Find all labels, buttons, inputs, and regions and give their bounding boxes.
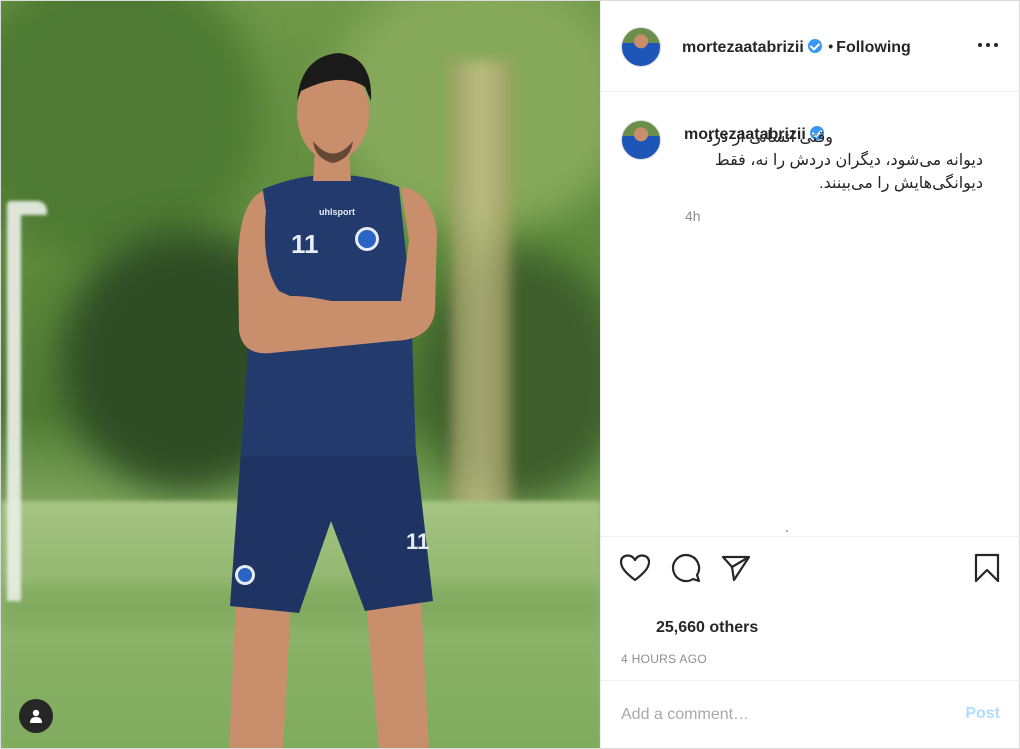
post-comment-button[interactable]: Post: [965, 705, 1000, 723]
comment-input[interactable]: [621, 703, 941, 727]
paper-plane-icon: [721, 555, 751, 582]
player-figure: 11 uhlsport 11: [229, 53, 437, 748]
post-timestamp[interactable]: 4 HOURS AGO: [621, 652, 707, 666]
follow-status-button[interactable]: Following: [836, 39, 911, 56]
svg-text:11: 11: [406, 529, 429, 554]
caption-timestamp[interactable]: 4h: [685, 208, 701, 224]
comment-bar: Post: [601, 680, 1020, 748]
svg-text:11: 11: [291, 229, 319, 259]
post-photo[interactable]: 11 uhlsport 11: [1, 1, 600, 748]
svg-text:uhlsport: uhlsport: [319, 207, 355, 217]
comment-button[interactable]: [670, 552, 702, 584]
save-button[interactable]: [971, 552, 1003, 584]
caption-body: وقتی انسانی از درد دیوانه می‌شود، دیگران…: [706, 129, 983, 192]
likes-count[interactable]: 25,660 others: [656, 619, 758, 637]
caption-section: mortezaatabrizii وقتی انسانی از درد دیوا…: [601, 93, 1020, 537]
ellipsis-icon[interactable]: [978, 35, 998, 55]
avatar[interactable]: [621, 120, 661, 160]
action-bar: [601, 538, 1020, 598]
comment-icon: [672, 554, 701, 583]
tagged-users-button[interactable]: [19, 699, 53, 733]
header-user-line: mortezaatabrizii • Following: [682, 38, 911, 57]
bookmark-icon: [974, 553, 1000, 583]
post-header: mortezaatabrizii • Following: [601, 1, 1020, 92]
verified-badge-icon: [807, 39, 822, 53]
post-sidebar: mortezaatabrizii • Following mortezaatabr…: [600, 1, 1020, 748]
username-link[interactable]: mortezaatabrizii: [682, 39, 804, 56]
avatar[interactable]: [621, 27, 661, 67]
scroll-indicator: [786, 530, 788, 532]
caption-text: وقتی انسانی از درد دیوانه می‌شود، دیگران…: [685, 126, 983, 195]
heart-icon: [620, 554, 650, 582]
share-button[interactable]: [720, 552, 752, 584]
like-button[interactable]: [619, 552, 651, 584]
user-icon: [30, 709, 42, 723]
separator-dot: •: [828, 38, 834, 54]
